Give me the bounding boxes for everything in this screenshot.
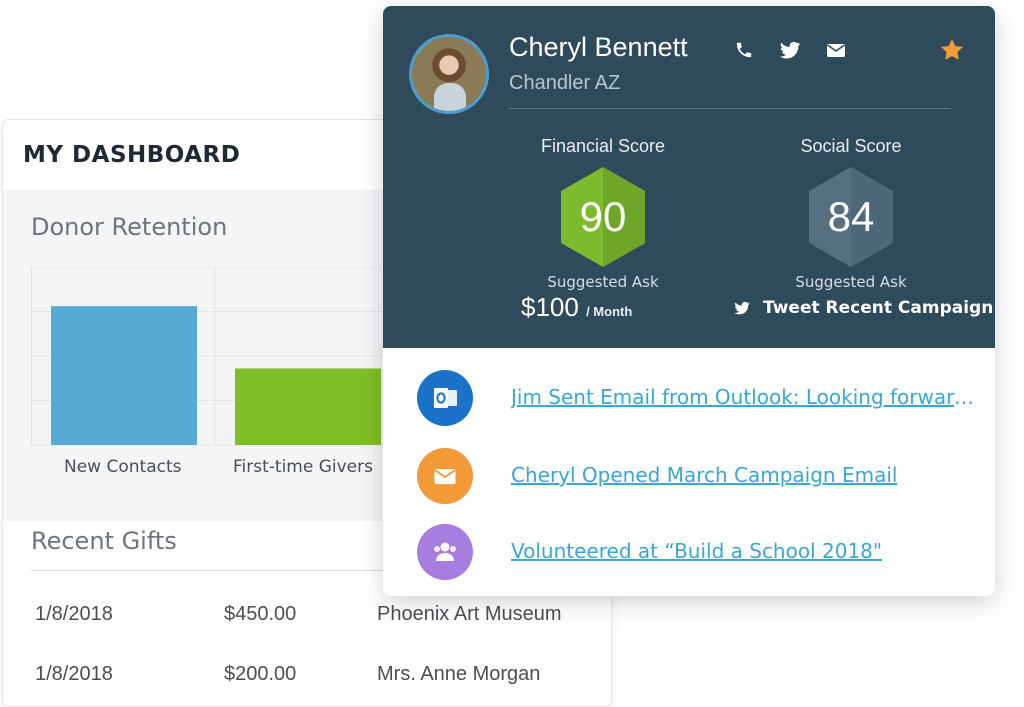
social-score-block: Social Score 84 Suggested Ask xyxy=(741,136,961,291)
social-score-title: Social Score xyxy=(800,136,902,156)
activity-item: Jim Sent Email from Outlook: Looking for… xyxy=(417,370,981,430)
recent-gifts-title: Recent Gifts xyxy=(31,527,177,555)
activity-link[interactable]: Cheryl Opened March Campaign Email xyxy=(511,463,897,487)
financial-score-value: 90 xyxy=(579,193,627,240)
financial-score-block: Financial Score 90 Suggested Ask xyxy=(493,136,713,291)
gift-row[interactable]: 1/8/2018 $200.00 Mrs. Anne Morgan xyxy=(3,655,611,695)
gift-donor: Mrs. Anne Morgan xyxy=(377,663,541,685)
financial-score-title: Financial Score xyxy=(540,136,666,156)
email-icon[interactable] xyxy=(824,38,848,62)
activity-item: Volunteered at “Build a School 2018" xyxy=(417,524,977,584)
outlook-icon xyxy=(417,370,473,426)
ask-unit: / Month xyxy=(586,304,633,319)
divider xyxy=(509,108,951,109)
contact-card-header: Cheryl Bennett Chandler AZ Financial Sco… xyxy=(383,6,995,348)
avatar-figure xyxy=(434,83,466,111)
group-icon xyxy=(417,524,473,580)
chart-bar[interactable] xyxy=(235,368,381,445)
dashboard-title: MY DASHBOARD xyxy=(23,142,241,168)
tweet-recent-campaign-label: Tweet Recent Campaign xyxy=(763,298,994,318)
suggested-ask-label: Suggested Ask xyxy=(795,273,907,291)
phone-icon[interactable] xyxy=(732,38,756,62)
twitter-icon xyxy=(734,301,750,315)
contact-name: Cheryl Bennett xyxy=(509,32,688,62)
social-score-value: 84 xyxy=(827,193,875,240)
gift-date: 1/8/2018 xyxy=(35,603,113,625)
envelope-icon xyxy=(417,448,473,504)
ask-amount: $100 xyxy=(521,292,579,322)
contact-card: Cheryl Bennett Chandler AZ Financial Sco… xyxy=(383,6,995,596)
suggested-ask-label: Suggested Ask xyxy=(547,273,659,291)
activity-item: Cheryl Opened March Campaign Email xyxy=(417,448,977,508)
gift-amount: $200.00 xyxy=(224,663,297,685)
chart-bar[interactable] xyxy=(51,306,197,445)
donor-retention-title: Donor Retention xyxy=(31,213,228,241)
tweet-recent-campaign-button[interactable]: Tweet Recent Campaign xyxy=(733,298,993,318)
avatar[interactable] xyxy=(409,34,489,114)
activity-link[interactable]: Volunteered at “Build a School 2018" xyxy=(511,539,882,563)
activity-link[interactable]: Jim Sent Email from Outlook: Looking for… xyxy=(511,385,981,409)
gift-date: 1/8/2018 xyxy=(35,663,113,685)
gift-amount: $450.00 xyxy=(224,603,297,625)
gift-row[interactable]: 1/8/2018 $450.00 Phoenix Art Museum xyxy=(3,595,611,635)
financial-score-badge: 90 xyxy=(557,165,649,269)
gift-donor: Phoenix Art Museum xyxy=(377,603,562,625)
chart-category-label: First-time Givers xyxy=(233,457,373,477)
star-icon[interactable] xyxy=(938,36,966,64)
social-score-badge: 84 xyxy=(805,165,897,269)
suggested-ask-amount: $100 / Month xyxy=(521,292,632,323)
contact-location: Chandler AZ xyxy=(509,72,621,94)
twitter-icon[interactable] xyxy=(778,38,802,62)
chart-category-label: New Contacts xyxy=(64,457,182,477)
